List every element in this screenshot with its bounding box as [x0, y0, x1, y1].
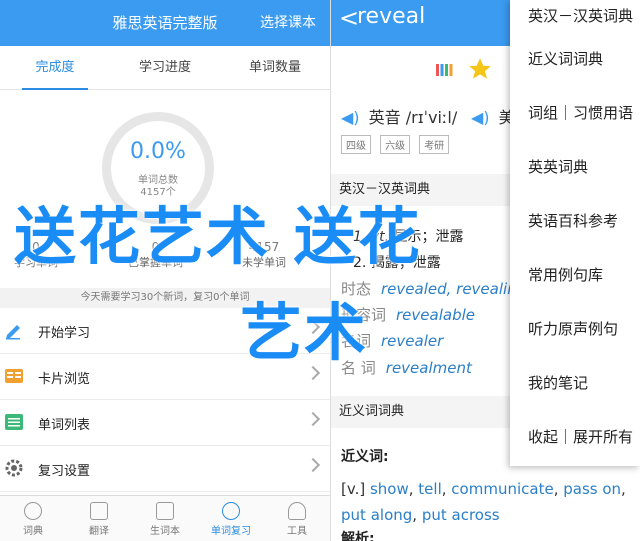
- chevron-right-icon: [305, 457, 321, 473]
- synonym-link[interactable]: show: [370, 480, 409, 498]
- tag-cet6: 六级: [380, 135, 411, 154]
- exam-tags: 四级 六级 考研: [341, 134, 453, 154]
- nav-wordbook[interactable]: 生词本: [132, 496, 198, 541]
- menu-review-settings[interactable]: 复习设置: [0, 446, 330, 492]
- speaker-icon: ◀): [341, 108, 360, 127]
- synonym-link[interactable]: along: [371, 506, 413, 524]
- chevron-right-icon: [305, 411, 321, 427]
- section-jump-menu: 英汉－汉英词典 近义词词典 词组｜习惯用语 英英词典 英语百科参考 常用例句库 …: [510, 0, 640, 466]
- nav-dictionary[interactable]: 词典: [0, 496, 66, 541]
- synonym-link[interactable]: put across: [422, 506, 500, 524]
- form-tense-value[interactable]: revealed, revealing: [381, 280, 526, 298]
- menu-word-list[interactable]: 单词列表: [0, 400, 330, 446]
- clock-icon: [222, 502, 240, 520]
- pron-ipa: /rɪˈviːl/: [405, 108, 458, 127]
- menu-word-list-label: 单词列表: [38, 418, 91, 433]
- form-adjective-value[interactable]: revealable: [396, 306, 475, 324]
- star-icon[interactable]: [467, 56, 493, 82]
- bottom-nav: 词典 翻译 生词本 单词复习 工具: [0, 495, 330, 541]
- speaker-icon: ◀): [471, 108, 490, 127]
- analysis-heading: 解析:: [341, 531, 375, 541]
- jump-en-en[interactable]: 英英词典: [510, 140, 640, 194]
- tab-word-count[interactable]: 单词数量: [220, 46, 330, 89]
- form-noun-2-value[interactable]: revealment: [386, 359, 472, 377]
- menu-card-browse-label: 卡片浏览: [38, 372, 91, 387]
- menu-start-learning-label: 开始学习: [38, 326, 91, 341]
- menu-review-settings-label: 复习设置: [38, 464, 91, 479]
- nav-translate-label: 翻译: [89, 526, 109, 537]
- stats-tabs: 完成度 学习进度 单词数量: [0, 46, 330, 90]
- tag-kaoyan: 考研: [419, 135, 450, 154]
- nav-wordbook-label: 生词本: [150, 526, 180, 537]
- jump-en-cn[interactable]: 英汉－汉英词典: [510, 0, 640, 32]
- nav-tools[interactable]: 工具: [264, 496, 330, 541]
- nav-word-review[interactable]: 单词复习: [198, 496, 264, 541]
- pron-uk[interactable]: ◀) 英音 /rɪˈviːl/: [341, 104, 457, 128]
- jump-synonyms[interactable]: 近义词词典: [510, 32, 640, 86]
- tag-cet4: 四级: [341, 135, 371, 154]
- synonym-pos: [v.]: [341, 480, 366, 498]
- notebook-icon: [156, 502, 174, 520]
- tab-progress[interactable]: 学习进度: [110, 46, 220, 89]
- pron-uk-label: 英音: [368, 108, 401, 127]
- headword: reveal: [357, 4, 426, 29]
- synonym-link[interactable]: put: [341, 506, 366, 524]
- jump-examples[interactable]: 常用例句库: [510, 248, 640, 302]
- form-noun-value[interactable]: revealer: [381, 332, 443, 350]
- tab-completion[interactable]: 完成度: [0, 46, 110, 90]
- synonym-link[interactable]: communicate: [451, 480, 553, 498]
- completion-percent: 0.0%: [130, 139, 186, 164]
- pencil-icon: [6, 325, 20, 340]
- jump-encyclopedia[interactable]: 英语百科参考: [510, 194, 640, 248]
- nav-dictionary-label: 词典: [23, 526, 43, 537]
- frequency-icon[interactable]: [435, 60, 453, 78]
- person-icon: [288, 502, 306, 520]
- nav-translate[interactable]: 翻译: [66, 496, 132, 541]
- synonyms-heading: 近义词:: [341, 449, 389, 465]
- search-icon: [24, 502, 42, 520]
- app-header: 雅思英语完整版 选择课本: [0, 0, 330, 46]
- select-book-button[interactable]: 选择课本: [260, 12, 316, 32]
- cards-icon: [5, 369, 23, 383]
- gear-icon: [5, 459, 23, 477]
- pron-us[interactable]: ◀) 美: [471, 104, 515, 128]
- jump-my-notes[interactable]: 我的笔记: [510, 356, 640, 410]
- synonym-link[interactable]: pass on: [563, 480, 621, 498]
- list-icon: [5, 414, 23, 430]
- synonym-list: [v.] show, tell, communicate, pass on, p…: [341, 480, 626, 524]
- jump-collapse-expand[interactable]: 收起｜展开所有: [510, 410, 640, 464]
- jump-phrases[interactable]: 词组｜习惯用语: [510, 86, 640, 140]
- nav-tools-label: 工具: [287, 526, 307, 537]
- translate-icon: [90, 502, 108, 520]
- synonym-link[interactable]: tell: [418, 480, 441, 498]
- nav-word-review-label: 单词复习: [211, 526, 251, 537]
- form-tense: 时态 revealed, revealing: [341, 278, 526, 299]
- watermark-line-2: 艺术: [240, 296, 369, 369]
- jump-audio-examples[interactable]: 听力原声例句: [510, 302, 640, 356]
- watermark-line-1: 送花艺术 送花: [14, 200, 422, 273]
